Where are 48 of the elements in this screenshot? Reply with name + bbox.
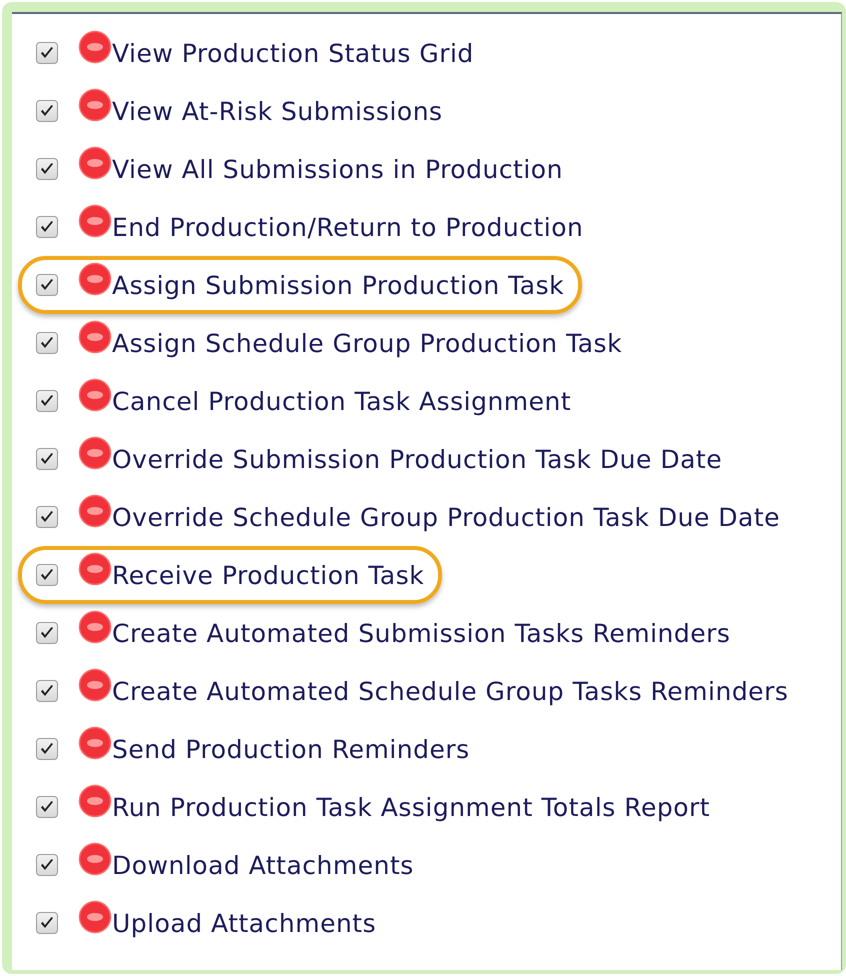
checkbox[interactable] bbox=[36, 796, 58, 818]
checkbox[interactable] bbox=[36, 390, 58, 412]
circle-badge-icon bbox=[78, 784, 112, 818]
permission-label: Create Automated Schedule Group Tasks Reminders bbox=[112, 676, 788, 706]
circle-badge-icon bbox=[78, 30, 112, 64]
checkbox[interactable] bbox=[36, 622, 58, 644]
checkbox[interactable] bbox=[36, 854, 58, 876]
circle-badge-icon bbox=[78, 320, 112, 354]
permission-label: View All Submissions in Production bbox=[112, 154, 563, 184]
circle-badge-icon bbox=[78, 494, 112, 528]
permission-label: Upload Attachments bbox=[112, 908, 376, 938]
checkbox[interactable] bbox=[36, 100, 58, 122]
permission-label: Run Production Task Assignment Totals Report bbox=[112, 792, 710, 822]
checkbox[interactable] bbox=[36, 912, 58, 934]
permission-label: Assign Schedule Group Production Task bbox=[112, 328, 622, 358]
checkbox[interactable] bbox=[36, 506, 58, 528]
permission-label: View Production Status Grid bbox=[112, 38, 474, 68]
permission-label: Receive Production Task bbox=[112, 560, 424, 590]
checkbox[interactable] bbox=[36, 274, 58, 296]
checkbox[interactable] bbox=[36, 42, 58, 64]
circle-badge-icon bbox=[78, 610, 112, 644]
circle-badge-icon bbox=[78, 146, 112, 180]
checkbox[interactable] bbox=[36, 158, 58, 180]
permission-label: View At-Risk Submissions bbox=[112, 96, 443, 126]
circle-badge-icon bbox=[78, 842, 112, 876]
circle-badge-icon bbox=[78, 378, 112, 412]
circle-badge-icon bbox=[78, 726, 112, 760]
circle-badge-icon bbox=[78, 262, 112, 296]
permission-label: Download Attachments bbox=[112, 850, 414, 880]
circle-badge-icon bbox=[78, 436, 112, 470]
permission-label: Override Schedule Group Production Task Due Date bbox=[112, 502, 780, 532]
permission-label: Send Production Reminders bbox=[112, 734, 470, 764]
circle-badge-icon bbox=[78, 204, 112, 238]
checkbox[interactable] bbox=[36, 738, 58, 760]
circle-badge-icon bbox=[78, 88, 112, 122]
circle-badge-icon bbox=[78, 668, 112, 702]
permission-label: Assign Submission Production Task bbox=[112, 270, 564, 300]
permission-label: Override Submission Production Task Due Date bbox=[112, 444, 722, 474]
circle-badge-icon bbox=[78, 552, 112, 586]
permission-label: Cancel Production Task Assignment bbox=[112, 386, 572, 416]
checkbox[interactable] bbox=[36, 332, 58, 354]
checkbox[interactable] bbox=[36, 216, 58, 238]
permission-label: End Production/Return to Production bbox=[112, 212, 584, 242]
checkbox[interactable] bbox=[36, 680, 58, 702]
permission-label: Create Automated Submission Tasks Reminders bbox=[112, 618, 730, 648]
checkbox[interactable] bbox=[36, 448, 58, 470]
checkbox[interactable] bbox=[36, 564, 58, 586]
circle-badge-icon bbox=[78, 900, 112, 934]
